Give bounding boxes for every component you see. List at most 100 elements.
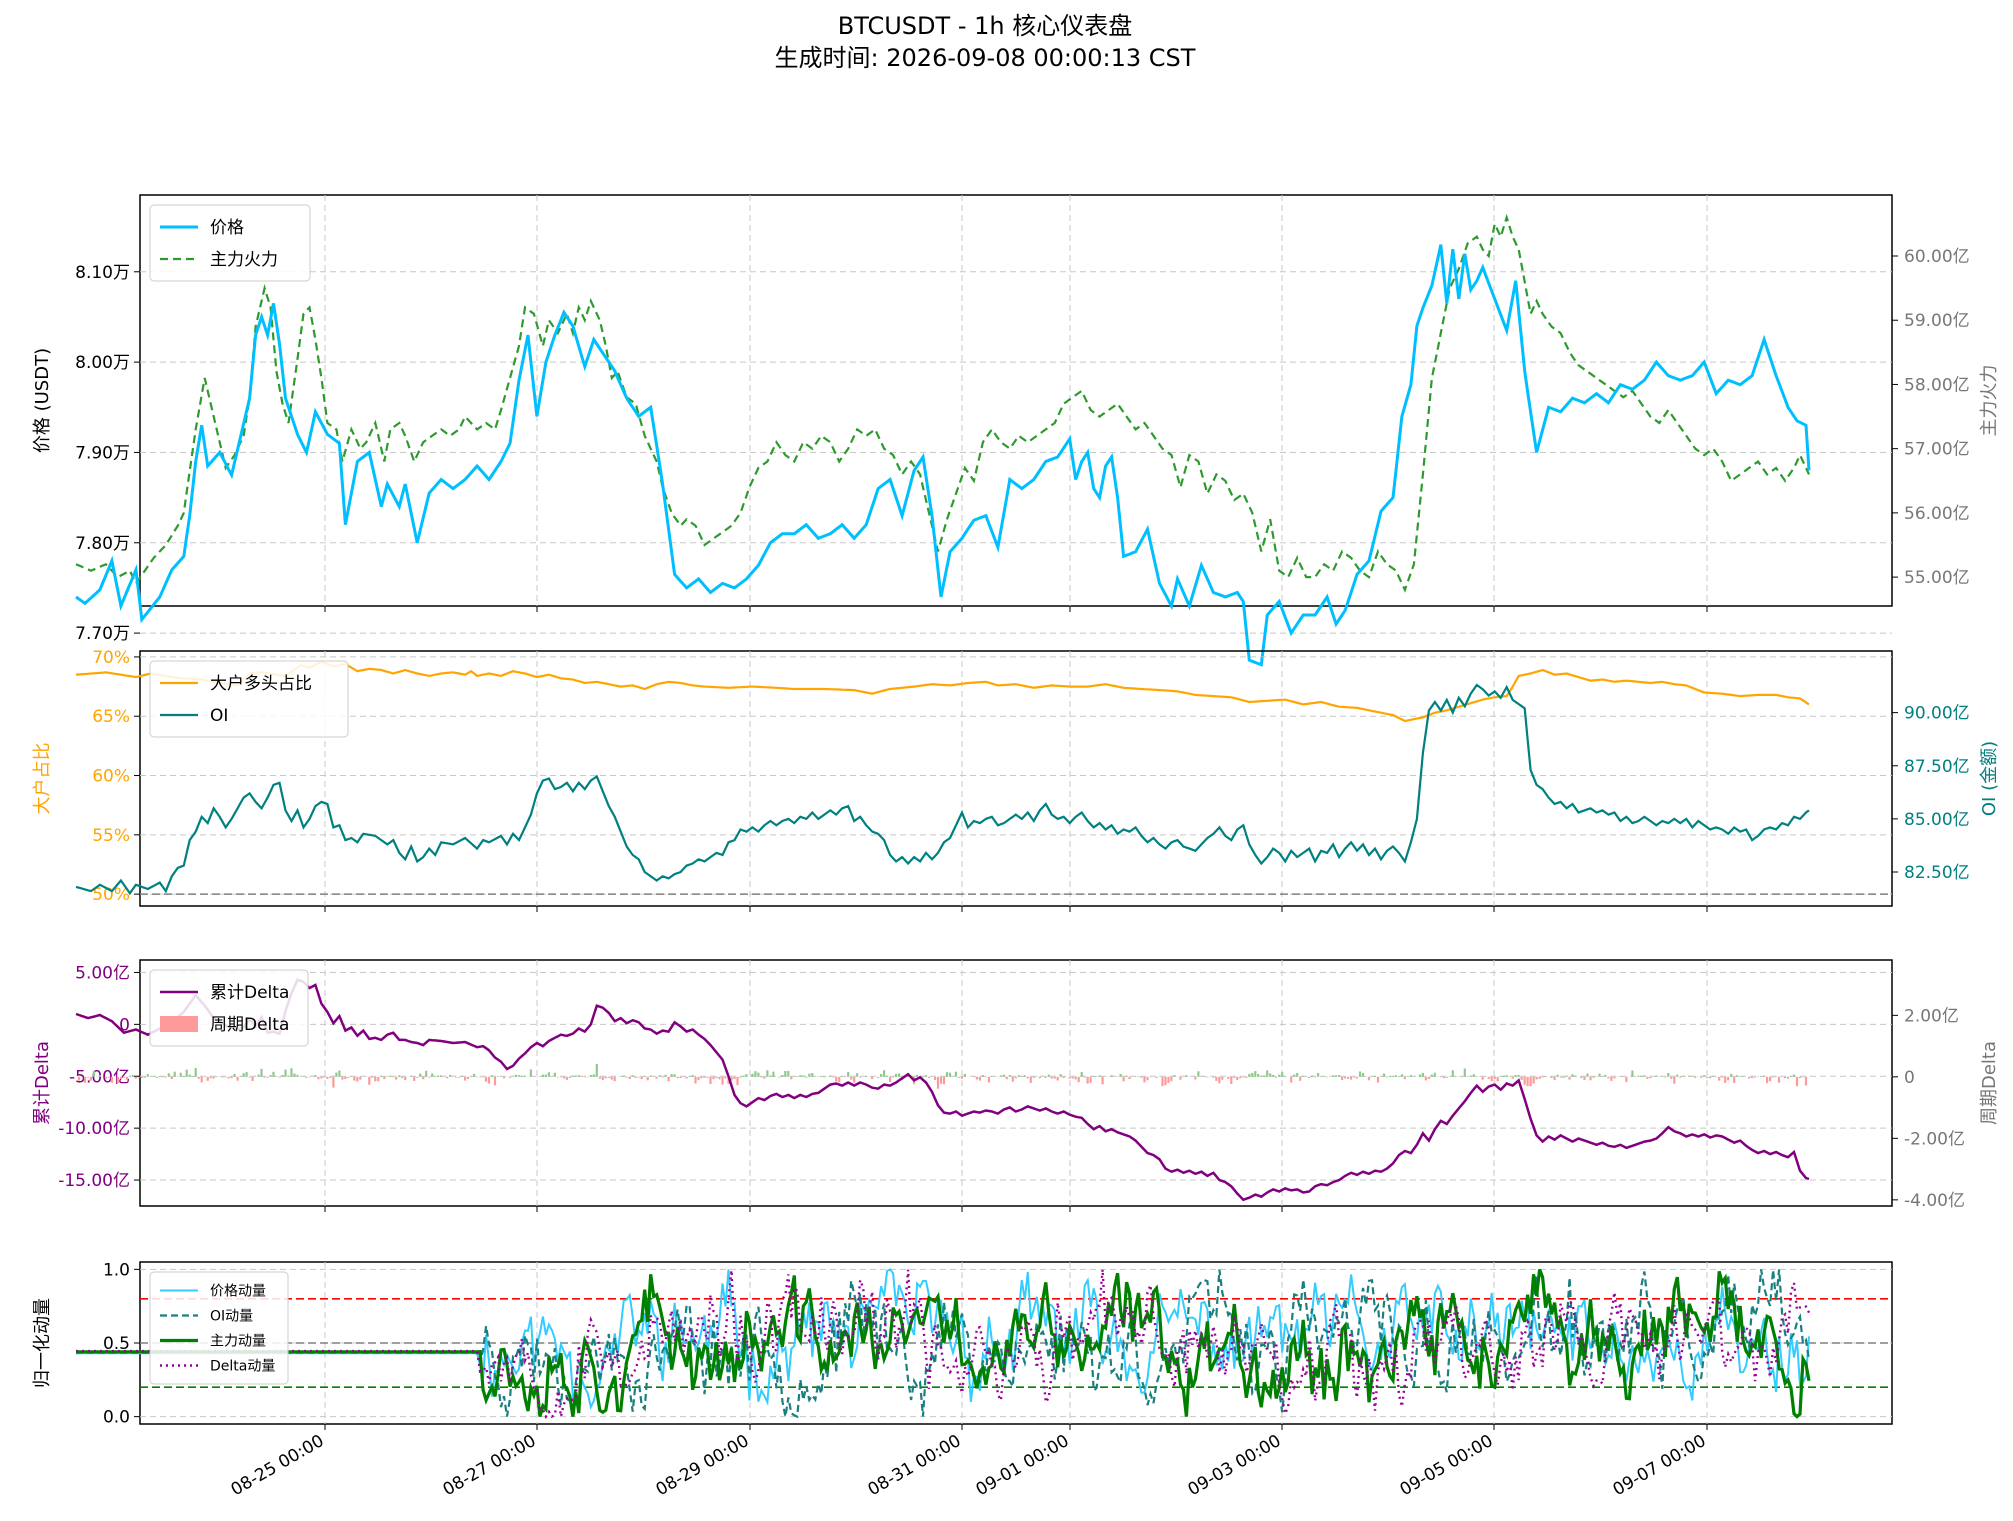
period-delta-bar <box>1074 1076 1077 1080</box>
period-delta-bar <box>89 1076 92 1081</box>
period-delta-bar <box>188 1074 191 1077</box>
period-delta-bar <box>589 1075 592 1077</box>
legend-label: 价格动量 <box>210 1283 266 1299</box>
y-tick-label: 7.70万 <box>75 624 130 644</box>
period-delta-bar <box>104 1076 107 1079</box>
period-delta-bar <box>275 1076 278 1077</box>
period-delta-bar <box>398 1075 401 1077</box>
period-delta-bar <box>1296 1073 1299 1077</box>
period-delta-bar <box>470 1076 473 1077</box>
period-delta-bar <box>1766 1076 1769 1084</box>
period-delta-bar <box>1493 1076 1496 1080</box>
period-delta-bar <box>610 1076 613 1080</box>
period-delta-bar <box>895 1073 898 1077</box>
period-delta-bar <box>1272 1075 1275 1077</box>
period-delta-bar <box>1789 1076 1793 1077</box>
period-delta-bar <box>481 1076 485 1078</box>
period-delta-bar <box>377 1076 380 1082</box>
period-delta-bar <box>341 1076 344 1080</box>
period-delta-bar <box>757 1072 760 1077</box>
period-delta-bar <box>948 1072 952 1077</box>
period-delta-bar <box>179 1072 182 1077</box>
period-delta-bar <box>553 1072 556 1077</box>
period-delta-bar <box>978 1076 981 1081</box>
period-delta-bar <box>568 1076 571 1078</box>
period-delta-bar <box>1511 1076 1514 1079</box>
x-tick-label: 09-01 00:00 <box>973 1431 1073 1500</box>
period-delta-bar <box>960 1076 963 1079</box>
period-delta-bar <box>437 1075 440 1077</box>
period-delta-bar <box>1795 1076 1799 1087</box>
period-delta-bar <box>122 1076 125 1078</box>
period-delta-bar <box>440 1075 443 1077</box>
period-delta-bar <box>1092 1076 1095 1077</box>
period-delta-bar <box>1679 1076 1682 1078</box>
period-delta-bar <box>565 1076 568 1080</box>
period-delta-bar <box>655 1076 658 1079</box>
period-delta-bar <box>164 1076 167 1078</box>
y-axis-label: 累计Delta <box>32 1041 53 1125</box>
period-delta-bar <box>1676 1074 1679 1077</box>
period-delta-bar <box>119 1076 122 1079</box>
period-delta-bar <box>487 1076 491 1084</box>
period-delta-bar <box>514 1074 518 1077</box>
period-delta-bar <box>1475 1076 1478 1077</box>
period-delta-bar <box>628 1076 631 1079</box>
period-delta-bar <box>1221 1076 1224 1080</box>
period-delta-bar <box>987 1076 990 1083</box>
period-delta-bar <box>1254 1071 1257 1077</box>
period-delta-bar <box>1343 1076 1347 1079</box>
y2-tick-label: -4.00亿 <box>1904 1191 1965 1211</box>
period-delta-bar <box>1496 1076 1499 1082</box>
period-delta-bar <box>1529 1076 1532 1087</box>
period-delta-bar <box>1358 1071 1362 1077</box>
period-delta-bar <box>137 1076 140 1078</box>
period-delta-bar <box>107 1076 110 1078</box>
period-delta-bar <box>1526 1076 1529 1087</box>
period-delta-bar <box>335 1072 338 1077</box>
period-delta-bar <box>1499 1076 1502 1077</box>
legend-label: 大户多头占比 <box>210 674 312 694</box>
period-delta-bar <box>278 1076 281 1078</box>
period-delta-bar <box>1236 1076 1239 1080</box>
period-delta-bar <box>476 1076 479 1078</box>
y2-tick-label: 85.00亿 <box>1904 810 1970 830</box>
y-tick-label: -10.00亿 <box>58 1119 130 1139</box>
x-tick-label: 08-29 00:00 <box>653 1431 753 1500</box>
period-delta-bar <box>898 1073 901 1077</box>
period-delta-bar <box>1418 1074 1421 1077</box>
period-delta-bar <box>646 1076 649 1081</box>
period-delta-bar <box>1373 1075 1377 1077</box>
price-series-line <box>75 244 1811 667</box>
period-delta-bar <box>1014 1076 1017 1079</box>
period-delta-bar <box>1783 1076 1787 1079</box>
period-delta-bar <box>712 1076 715 1080</box>
period-delta-bar <box>685 1076 688 1079</box>
period-delta-bar <box>1284 1076 1287 1077</box>
y-tick-label: 5.00亿 <box>75 963 130 983</box>
period-delta-bar <box>1215 1076 1218 1081</box>
period-delta-bar <box>1361 1072 1365 1077</box>
period-delta-bar <box>1047 1074 1050 1077</box>
period-delta-bar <box>622 1075 625 1077</box>
period-delta-bar <box>541 1074 544 1077</box>
period-delta-bar <box>182 1076 185 1077</box>
period-delta-bar <box>490 1075 494 1077</box>
period-delta-bar <box>263 1076 266 1078</box>
period-delta-bar <box>1517 1074 1520 1077</box>
period-delta-bar <box>140 1076 143 1078</box>
period-delta-bar <box>670 1074 673 1077</box>
period-delta-bar <box>131 1075 134 1077</box>
period-delta-bar <box>637 1076 640 1078</box>
period-delta-bar <box>736 1076 739 1086</box>
period-delta-bar <box>1311 1075 1314 1077</box>
period-delta-bar <box>1421 1072 1424 1077</box>
period-delta-bar <box>1352 1076 1356 1078</box>
legend-swatch <box>160 1016 198 1032</box>
period-delta-bar <box>1119 1074 1122 1077</box>
y-tick-label: 55% <box>92 826 130 846</box>
period-delta-bar <box>296 1074 299 1077</box>
period-delta-bar <box>529 1069 532 1077</box>
x-tick-label: 08-31 00:00 <box>865 1431 965 1500</box>
y2-tick-label: -2.00亿 <box>1904 1129 1965 1149</box>
